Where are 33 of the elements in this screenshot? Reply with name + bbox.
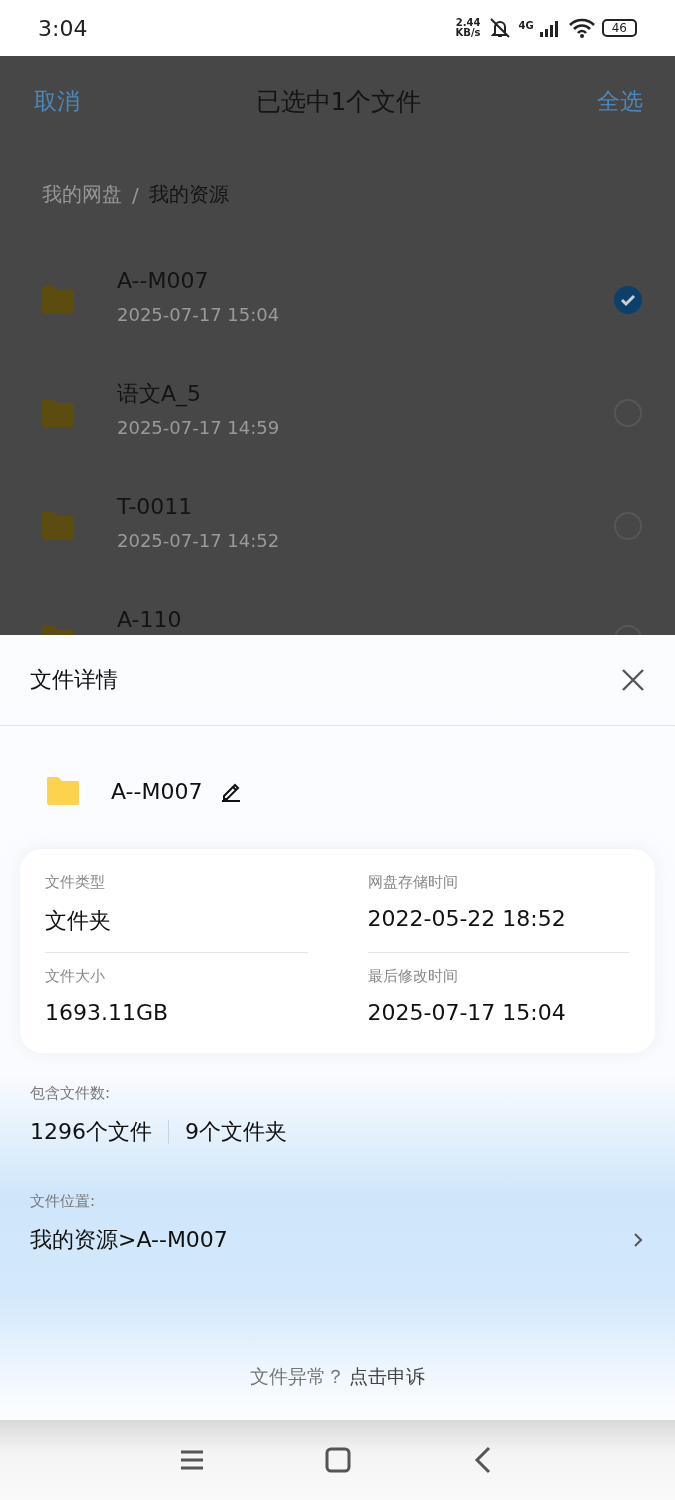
wifi-icon [567, 17, 596, 39]
network-type: 4G [518, 20, 534, 31]
location-link[interactable]: 我的资源>A--M007 [30, 1225, 228, 1255]
file-date: 2025-07-17 15:04 [117, 304, 281, 326]
status-time: 3:04 [38, 15, 88, 41]
breadcrumb-item[interactable]: 我的网盘 [42, 181, 122, 208]
file-count: 1296个文件 [30, 1118, 152, 1146]
info-label: 网盘存储时间 [367, 873, 459, 892]
breadcrumb-separator: / [132, 182, 139, 207]
sheet-title: 文件详情 [30, 666, 118, 694]
close-button[interactable] [621, 668, 645, 692]
file-date: 2025-07-17 14:59 [117, 417, 281, 439]
info-value: 2025-07-17 15:04 [367, 1000, 567, 1025]
chevron-right-icon[interactable] [631, 1231, 645, 1249]
select-all-button[interactable]: 全选 [597, 85, 643, 117]
location-label: 文件位置: [30, 1192, 96, 1210]
info-value: 文件夹 [45, 907, 112, 935]
info-value: 1693.11GB [45, 1000, 170, 1025]
contents-label: 包含文件数: [30, 1084, 111, 1102]
info-label: 最后修改时间 [367, 967, 459, 986]
appeal-link[interactable]: 点击申诉 [349, 1364, 425, 1390]
info-value: 2022-05-22 18:52 [367, 906, 567, 931]
info-label: 文件类型 [45, 873, 106, 892]
folder-count: 9个文件夹 [185, 1118, 287, 1146]
file-date: 2025-07-17 14:52 [117, 530, 281, 552]
checked-circle-icon[interactable] [613, 284, 643, 315]
network-speed-value: 2.44 [455, 18, 481, 28]
cancel-button[interactable]: 取消 [34, 85, 80, 117]
info-label: 文件大小 [45, 967, 106, 986]
appeal-prompt: 文件异常？ [250, 1364, 345, 1389]
battery-level: 46 [601, 19, 637, 37]
file-name: A--M007 [111, 778, 203, 804]
network-speed-unit: KB/s [455, 28, 481, 38]
